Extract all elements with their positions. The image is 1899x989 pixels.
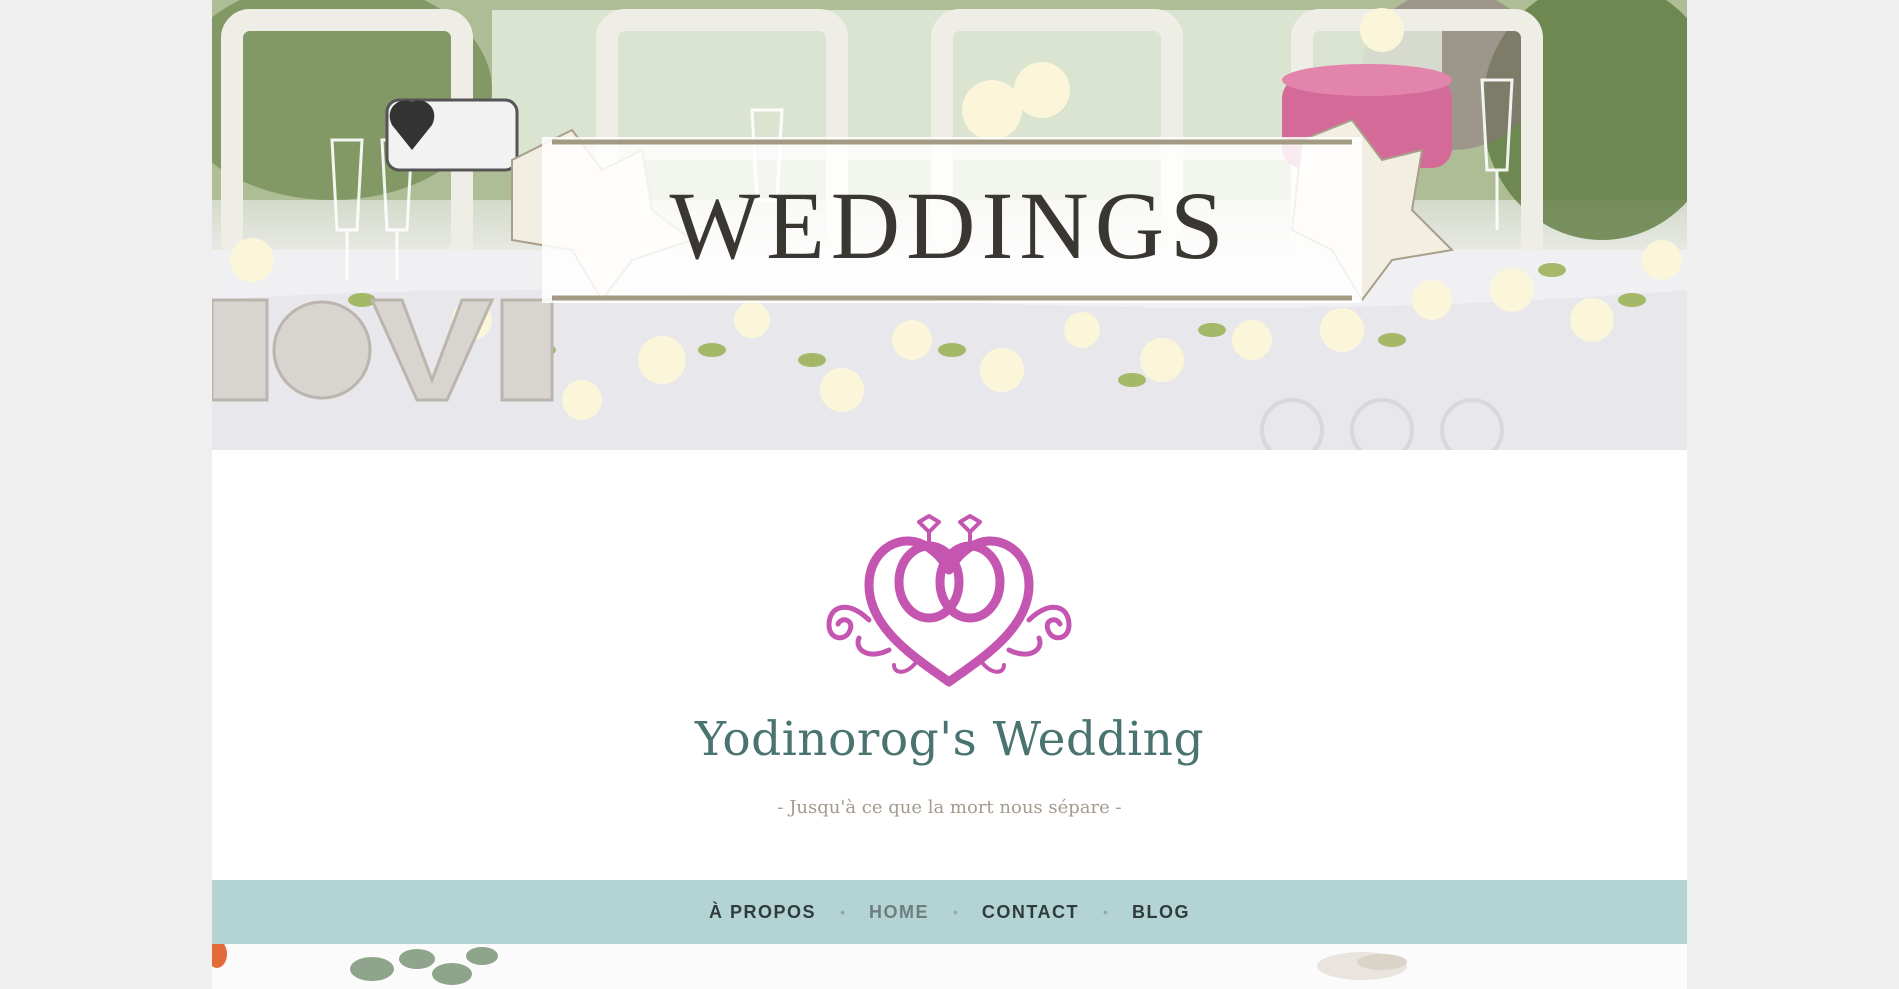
nav-item-home[interactable]: HOME	[869, 902, 929, 923]
site-branding: Yodinorog's Wedding - Jusqu'à ce que la …	[212, 450, 1687, 880]
main-navigation: À PROPOS • HOME • CONTACT • BLOG	[212, 880, 1687, 944]
site-title[interactable]: Yodinorog's Wedding	[212, 712, 1687, 767]
wedding-rings-heart-icon[interactable]	[824, 510, 1074, 695]
nav-item-a-propos[interactable]: À PROPOS	[709, 902, 816, 923]
site-tagline: - Jusqu'à ce que la mort nous sépare -	[777, 797, 1122, 818]
featured-image-strip	[212, 944, 1687, 989]
nav-separator: •	[1103, 904, 1108, 920]
header-banner-image: WEDDINGS	[212, 0, 1687, 450]
nav-separator: •	[952, 904, 958, 920]
banner-title: WEDDINGS	[669, 172, 1230, 279]
nav-item-blog[interactable]: BLOG	[1132, 902, 1190, 923]
nav-separator: •	[840, 904, 845, 920]
page: WEDDINGS Yodinorog's Wedding - Jusqu'à c…	[212, 0, 1687, 989]
nav-item-contact[interactable]: CONTACT	[982, 902, 1079, 923]
